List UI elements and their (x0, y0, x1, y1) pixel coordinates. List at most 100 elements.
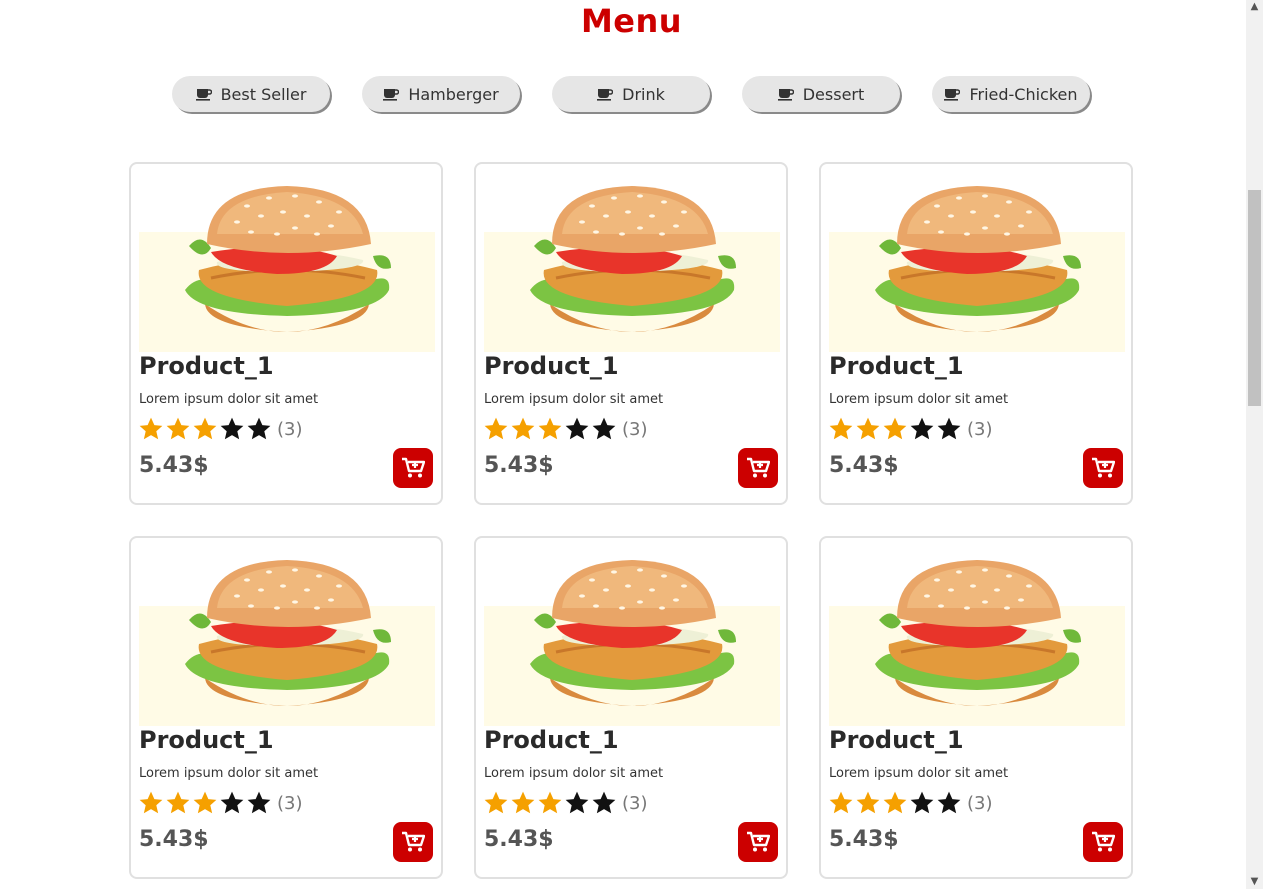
category-label: Best Seller (220, 84, 307, 104)
star-filled-icon (166, 791, 190, 814)
add-to-cart-icon (402, 457, 425, 478)
add-to-cart-button[interactable] (393, 448, 433, 488)
star-empty-icon (937, 417, 961, 440)
product-rating: (3) (828, 790, 993, 816)
star-empty-icon (220, 417, 244, 440)
product-name: Product_1 (139, 726, 274, 754)
coffee-cup-icon (597, 89, 614, 101)
product-card[interactable]: Product_1 Lorem ipsum dolor sit amet (3)… (474, 162, 788, 505)
product-rating: (3) (828, 416, 993, 442)
product-description: Lorem ipsum dolor sit amet (484, 392, 664, 407)
product-card[interactable]: Product_1 Lorem ipsum dolor sit amet (3)… (129, 536, 443, 879)
rating-count: (3) (277, 792, 303, 814)
star-empty-icon (247, 417, 271, 440)
product-price: 5.43$ (139, 827, 209, 852)
category-label: Hamberger (408, 84, 499, 104)
star-filled-icon (139, 791, 163, 814)
rating-count: (3) (967, 418, 993, 440)
product-price: 5.43$ (829, 453, 899, 478)
star-empty-icon (247, 791, 271, 814)
category-label: Dessert (802, 84, 865, 104)
product-description: Lorem ipsum dolor sit amet (484, 766, 664, 781)
product-description: Lorem ipsum dolor sit amet (829, 766, 1009, 781)
rating-count: (3) (967, 792, 993, 814)
star-filled-icon (484, 791, 508, 814)
product-rating: (3) (138, 790, 303, 816)
category-best-seller-button[interactable]: Best Seller (172, 76, 330, 112)
burger-icon (185, 560, 391, 706)
add-to-cart-icon (747, 831, 770, 852)
star-empty-icon (910, 417, 934, 440)
add-to-cart-icon (402, 831, 425, 852)
star-filled-icon (139, 417, 163, 440)
star-empty-icon (565, 791, 589, 814)
product-price: 5.43$ (139, 453, 209, 478)
burger-icon (875, 560, 1081, 706)
product-card[interactable]: Product_1 Lorem ipsum dolor sit amet (3)… (819, 162, 1133, 505)
category-drink-button[interactable]: Drink (552, 76, 710, 112)
product-card[interactable]: Product_1 Lorem ipsum dolor sit amet (3)… (819, 536, 1133, 879)
product-name: Product_1 (139, 352, 274, 380)
burger-image (139, 552, 435, 726)
category-dessert-button[interactable]: Dessert (742, 76, 900, 112)
star-filled-icon (193, 417, 217, 440)
menu-page: Menu Best Seller Hamberger Drink Dessert… (0, 0, 1263, 889)
star-filled-icon (193, 791, 217, 814)
add-to-cart-icon (747, 457, 770, 478)
star-filled-icon (511, 417, 535, 440)
product-name: Product_1 (484, 726, 619, 754)
product-name: Product_1 (829, 352, 964, 380)
star-filled-icon (856, 791, 880, 814)
category-label: Drink (622, 84, 665, 104)
scroll-down-icon[interactable]: ▼ (1246, 875, 1263, 889)
coffee-cup-icon (383, 89, 400, 101)
burger-image (484, 178, 780, 352)
product-price: 5.43$ (829, 827, 899, 852)
star-filled-icon (484, 417, 508, 440)
star-empty-icon (937, 791, 961, 814)
category-hamberger-button[interactable]: Hamberger (362, 76, 520, 112)
rating-count: (3) (277, 418, 303, 440)
category-fried-chicken-button[interactable]: Fried-Chicken (932, 76, 1090, 112)
add-to-cart-button[interactable] (1083, 448, 1123, 488)
add-to-cart-button[interactable] (393, 822, 433, 862)
star-empty-icon (592, 417, 616, 440)
star-empty-icon (565, 417, 589, 440)
scroll-up-icon[interactable]: ▲ (1246, 0, 1263, 14)
product-description: Lorem ipsum dolor sit amet (829, 392, 1009, 407)
add-to-cart-button[interactable] (738, 822, 778, 862)
product-rating: (3) (138, 416, 303, 442)
star-filled-icon (538, 791, 562, 814)
star-filled-icon (829, 791, 853, 814)
add-to-cart-button[interactable] (738, 448, 778, 488)
burger-image (484, 552, 780, 726)
vertical-scrollbar[interactable]: ▲ ▼ (1246, 0, 1263, 889)
star-filled-icon (538, 417, 562, 440)
burger-icon (530, 560, 736, 706)
add-to-cart-icon (1092, 831, 1115, 852)
product-description: Lorem ipsum dolor sit amet (139, 766, 319, 781)
star-filled-icon (883, 791, 907, 814)
product-card[interactable]: Product_1 Lorem ipsum dolor sit amet (3)… (474, 536, 788, 879)
star-filled-icon (511, 791, 535, 814)
burger-icon (875, 186, 1081, 332)
burger-image (829, 178, 1125, 352)
product-name: Product_1 (829, 726, 964, 754)
product-price: 5.43$ (484, 453, 554, 478)
star-filled-icon (856, 417, 880, 440)
page-title: Menu (580, 2, 683, 40)
product-rating: (3) (483, 416, 648, 442)
star-filled-icon (883, 417, 907, 440)
scrollbar-thumb[interactable] (1248, 190, 1261, 406)
star-empty-icon (910, 791, 934, 814)
burger-image (139, 178, 435, 352)
product-price: 5.43$ (484, 827, 554, 852)
category-label: Fried-Chicken (969, 84, 1078, 104)
star-filled-icon (166, 417, 190, 440)
coffee-cup-icon (777, 89, 794, 101)
add-to-cart-button[interactable] (1083, 822, 1123, 862)
product-card[interactable]: Product_1 Lorem ipsum dolor sit amet (3)… (129, 162, 443, 505)
product-description: Lorem ipsum dolor sit amet (139, 392, 319, 407)
coffee-cup-icon (195, 89, 212, 101)
burger-image (829, 552, 1125, 726)
